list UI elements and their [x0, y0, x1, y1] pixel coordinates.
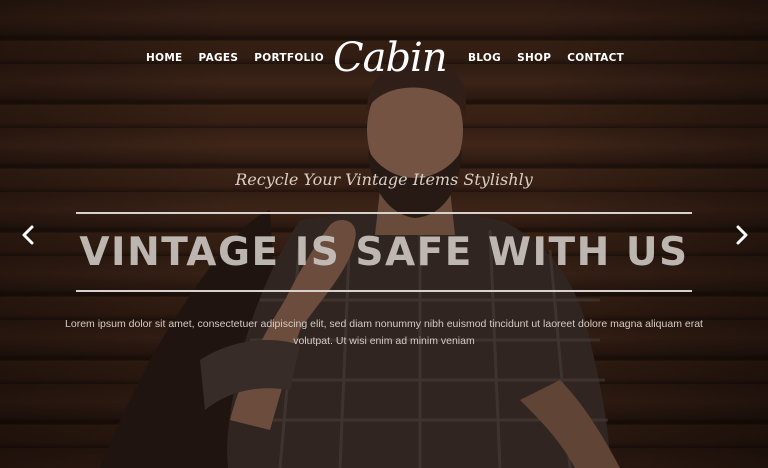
nav-left-group: HOME PAGES PORTFOLIO — [146, 52, 324, 64]
hero-headline: VINTAGE IS SAFE WITH US — [79, 230, 689, 275]
main-navigation: HOME PAGES PORTFOLIO Cabin BLOG SHOP CON… — [0, 0, 768, 116]
chevron-left-icon — [22, 225, 34, 245]
nav-item-portfolio[interactable]: PORTFOLIO — [254, 52, 324, 64]
nav-item-home[interactable]: HOME — [146, 52, 183, 64]
divider-top — [76, 212, 692, 214]
site-logo[interactable]: Cabin — [333, 28, 448, 88]
nav-item-shop[interactable]: SHOP — [517, 52, 551, 64]
hero-tagline: Recycle Your Vintage Items Stylishly — [235, 170, 533, 189]
nav-item-contact[interactable]: CONTACT — [567, 52, 624, 64]
slider-prev-button[interactable] — [16, 222, 40, 248]
hero-slider: HOME PAGES PORTFOLIO Cabin BLOG SHOP CON… — [0, 0, 768, 468]
nav-item-blog[interactable]: BLOG — [468, 52, 501, 64]
divider-bottom — [76, 290, 692, 292]
slider-next-button[interactable] — [730, 222, 754, 248]
nav-item-pages[interactable]: PAGES — [199, 52, 239, 64]
chevron-right-icon — [736, 225, 748, 245]
nav-right-group: BLOG SHOP CONTACT — [468, 52, 624, 64]
hero-body-text: Lorem ipsum dolor sit amet, consectetuer… — [65, 318, 703, 347]
